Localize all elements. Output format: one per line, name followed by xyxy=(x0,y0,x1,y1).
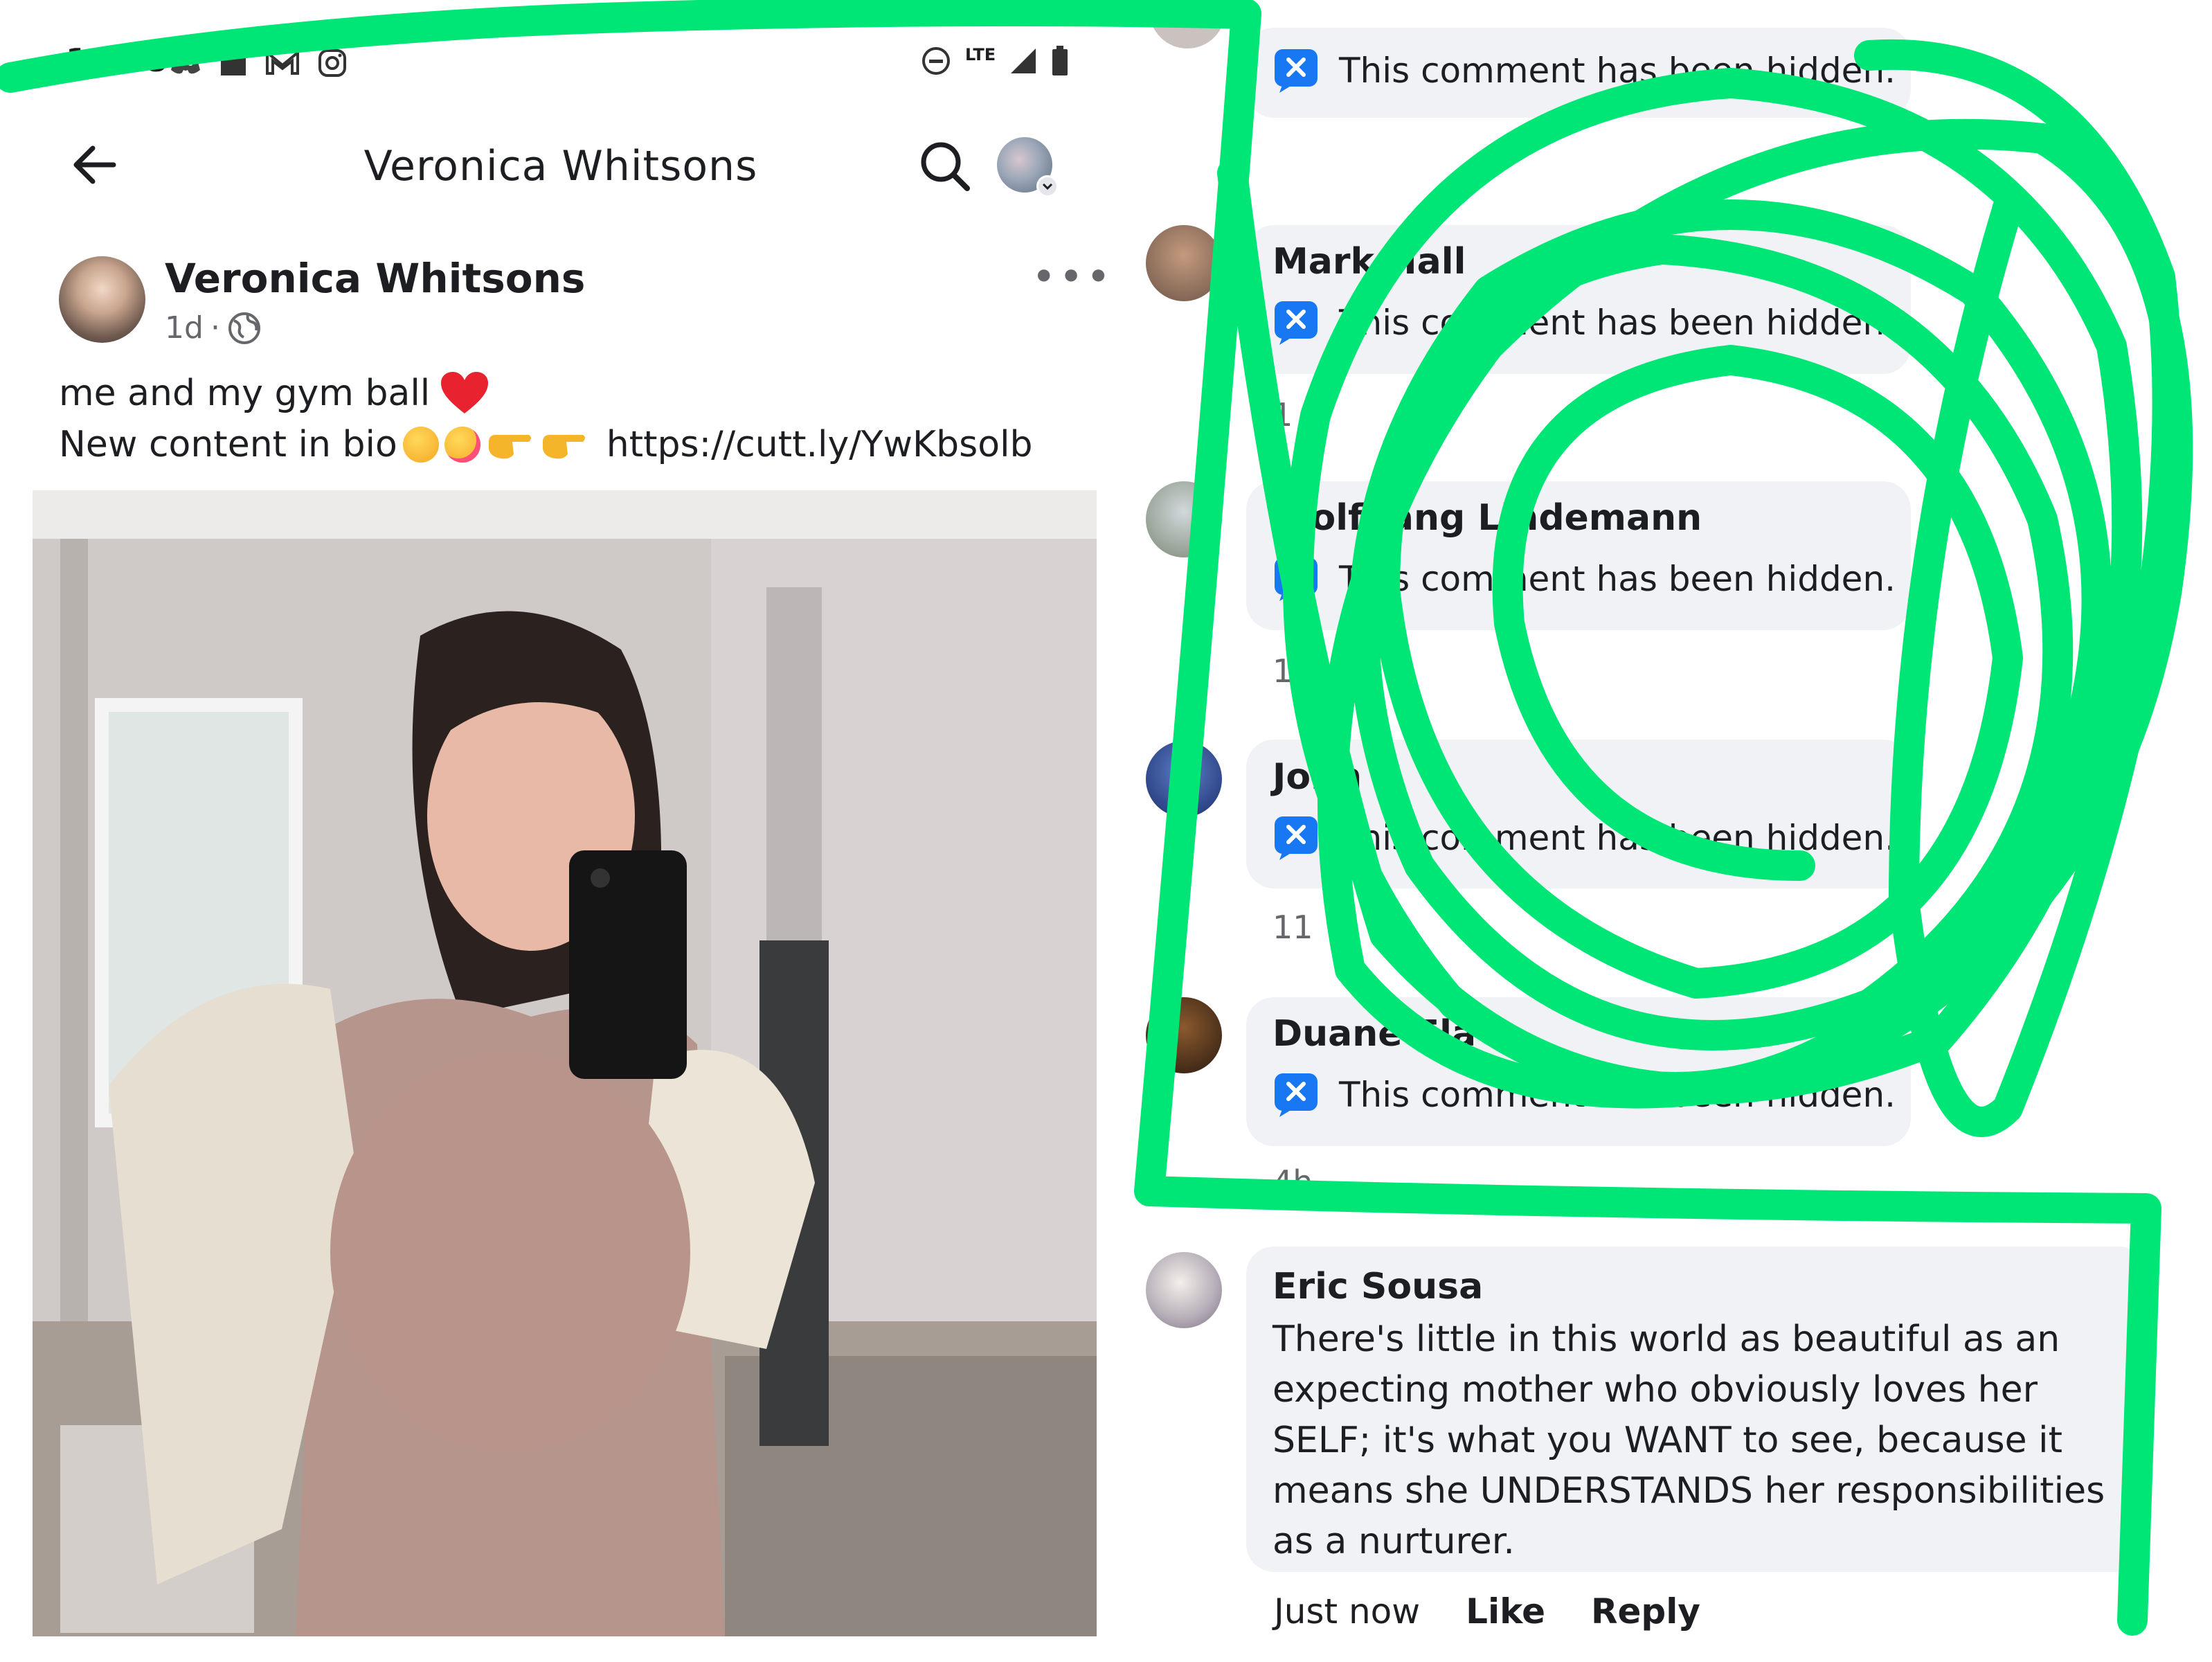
comment-time: 4h xyxy=(1273,1163,1313,1201)
lte-label: LTE xyxy=(965,45,996,64)
comment-line: expecting mother who obviously loves her xyxy=(1273,1369,2038,1411)
post-promo-text: New content in bio xyxy=(59,424,397,465)
status-notification-icons xyxy=(170,48,347,78)
hidden-comment-icon xyxy=(1275,301,1318,345)
chevron-down-icon[interactable] xyxy=(1036,175,1059,197)
post-meta: 1d · xyxy=(165,310,262,346)
post-text-line2: New content in bio https://cutt.ly/YwKbs… xyxy=(59,424,1033,465)
comment-avatar[interactable] xyxy=(1146,481,1222,557)
comment-line: means she UNDERSTANDS her responsibiliti… xyxy=(1273,1470,2105,1512)
post-photo[interactable] xyxy=(33,490,1097,1636)
comment-line: SELF; it's what you WANT to see, because… xyxy=(1273,1420,2062,1461)
hidden-comment-icon xyxy=(1275,1073,1318,1117)
search-icon[interactable] xyxy=(917,138,973,194)
hidden-comment-row: This comment has been hidden. xyxy=(1273,47,1896,94)
post-author-avatar[interactable] xyxy=(59,256,145,343)
post-link[interactable]: https://cutt.ly/YwKbsolb xyxy=(606,424,1033,465)
hidden-comment-text: This comment has been hidden. xyxy=(1339,303,1896,343)
instagram-icon xyxy=(318,49,346,77)
kiss-emoji-icon xyxy=(402,427,439,463)
dnd-icon xyxy=(922,47,950,75)
hidden-comment-text: This comment has been hidden. xyxy=(1339,818,1896,858)
comment-avatar[interactable] xyxy=(1146,741,1222,817)
comment-line: There's little in this world as beautifu… xyxy=(1273,1319,2060,1360)
hidden-comment-icon xyxy=(1275,49,1318,93)
more-options-icon[interactable]: ••• xyxy=(1032,253,1113,301)
comment-time: 11 xyxy=(1273,909,1313,946)
post-author-name[interactable]: Veronica Whitsons xyxy=(165,255,585,302)
pointing-right-emoji-icon xyxy=(542,435,585,459)
comment-avatar[interactable] xyxy=(1146,1252,1222,1328)
comment-actions: Just now Like Reply xyxy=(1274,1591,1700,1632)
hidden-comment-row: This comment has been hidden. xyxy=(1273,1071,1896,1118)
highlight-comment-text: There's little in this world as beautifu… xyxy=(1273,1314,2105,1567)
comment-author[interactable]: Mark Hall xyxy=(1273,241,1466,283)
hidden-comment-text: This comment has been hidden. xyxy=(1339,51,1896,91)
hidden-comment-text: This comment has been hidden. xyxy=(1339,559,1896,599)
hidden-comment-icon xyxy=(1275,816,1318,860)
comment-author[interactable]: Wolfgang Lindemann xyxy=(1273,497,1702,539)
screenshot-canvas: 11:28 LTE Veronica Whitsons Veronica Whi… xyxy=(0,0,2212,1662)
smiling-hearts-emoji-icon xyxy=(444,427,480,463)
post-age: 1d xyxy=(165,310,204,346)
status-time: 11:28 xyxy=(66,42,168,79)
post-text-line1: me and my gym ball xyxy=(59,370,489,416)
highlight-comment-author[interactable]: Eric Sousa xyxy=(1273,1266,1483,1307)
comment-avatar[interactable] xyxy=(1149,0,1225,48)
globe-icon xyxy=(228,312,260,344)
comment-time: 1 xyxy=(1273,396,1293,434)
reply-button[interactable]: Reply xyxy=(1591,1591,1700,1632)
meta-separator: · xyxy=(210,310,220,346)
hidden-comment-row: This comment has been hidden. xyxy=(1273,814,1896,861)
pointing-right-emoji-icon xyxy=(488,435,531,459)
comment-time: 1d xyxy=(1273,652,1313,690)
signal-icon xyxy=(1011,48,1036,73)
comment-time: Just now xyxy=(1274,1591,1421,1632)
comment-avatar[interactable] xyxy=(1146,997,1222,1073)
gmail-icon xyxy=(266,50,299,75)
comment-author[interactable]: John C xyxy=(1273,756,1401,798)
battery-icon xyxy=(1052,46,1068,75)
status-system-icons: LTE xyxy=(921,45,1069,76)
hidden-comment-icon xyxy=(1275,557,1318,601)
red-heart-emoji-icon xyxy=(441,372,489,413)
square-icon xyxy=(221,51,246,75)
hidden-comment-row: This comment has been hidden. xyxy=(1273,555,1896,602)
hidden-comment-text: This comment has been hidden. xyxy=(1339,1075,1896,1115)
post-caption: me and my gym ball xyxy=(59,373,431,414)
comment-line: as a nurturer. xyxy=(1273,1521,1515,1562)
like-button[interactable]: Like xyxy=(1466,1591,1545,1632)
comment-author[interactable]: Duane Fla xyxy=(1273,1013,1476,1055)
discord-icon xyxy=(171,53,200,74)
hidden-comment-row: This comment has been hidden. xyxy=(1273,299,1896,346)
comment-avatar[interactable] xyxy=(1146,225,1222,301)
